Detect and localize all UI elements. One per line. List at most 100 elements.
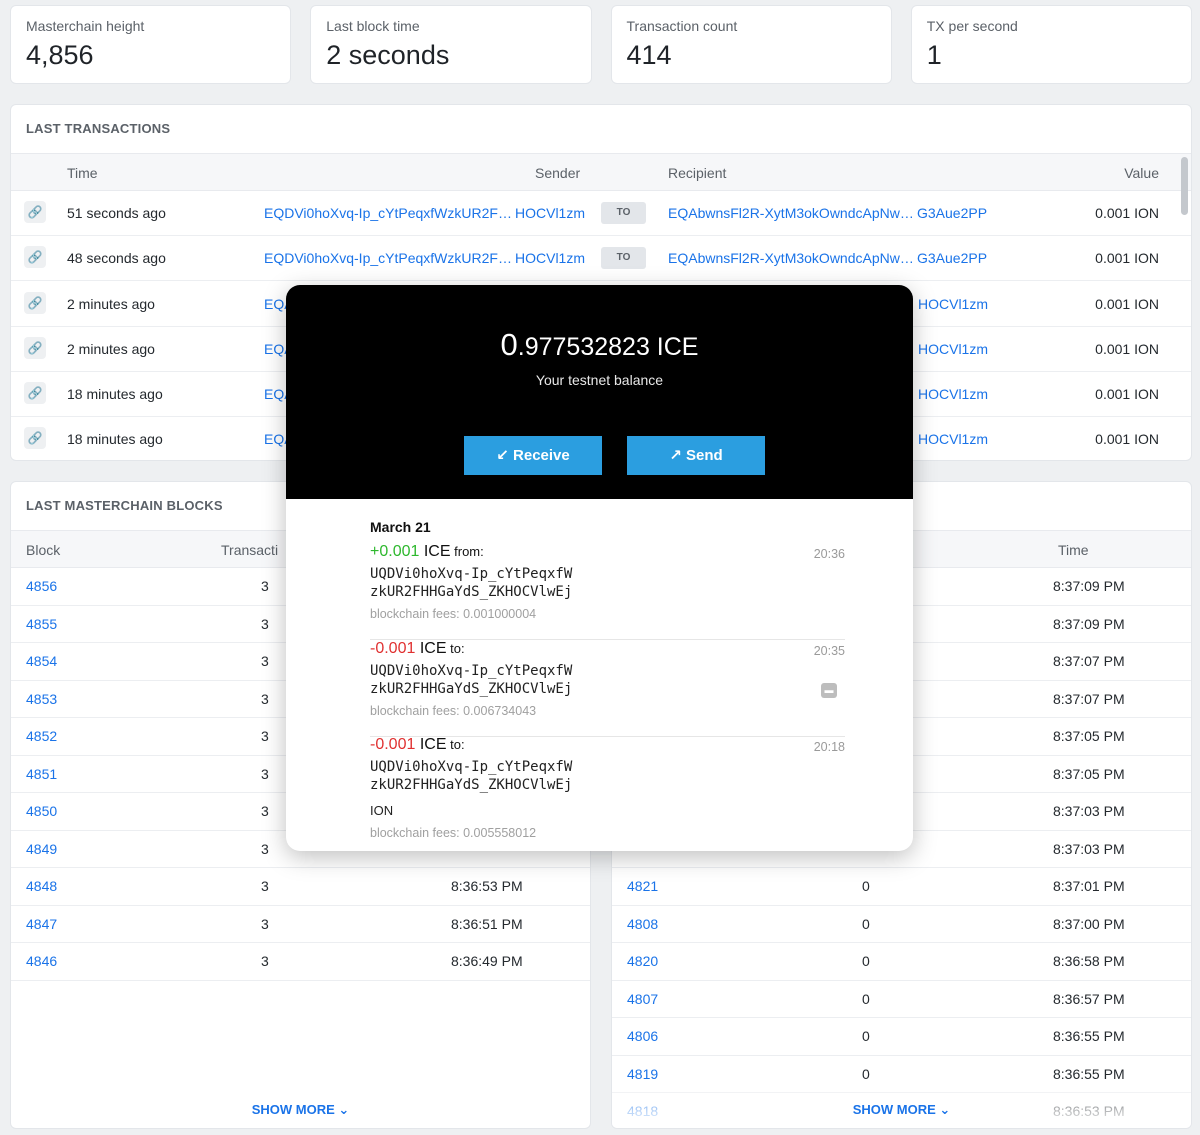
block-link[interactable]: 4851 (26, 766, 57, 782)
link-icon[interactable]: 🔗 (24, 292, 46, 314)
wallet-tx-item[interactable]: -0.001 ICE to: UQDVi0hoXvq-Ip_cYtPeqxfW z… (370, 736, 845, 851)
wallet-tx-item[interactable]: +0.001 ICE from: UQDVi0hoXvq-Ip_cYtPeqxf… (370, 543, 845, 640)
stat-label: Transaction count (626, 18, 738, 34)
link-icon[interactable]: 🔗 (24, 427, 46, 449)
tx-sender[interactable]: EQDVi0hoXvq-Ip_cYtPeqxfWzkUR2F… (264, 250, 512, 266)
show-more-label: SHOW MORE (251, 1102, 335, 1117)
block-link[interactable]: 4806 (627, 1028, 658, 1044)
tx-time: 2 minutes ago (67, 296, 155, 312)
tx-value: 0.001 ION (1095, 205, 1159, 221)
scrollbar[interactable] (1181, 157, 1188, 215)
table-row[interactable]: 🔗 48 seconds ago EQDVi0hoXvq-Ip_cYtPeqxf… (11, 236, 1191, 281)
balance-label: Your testnet balance (535, 372, 664, 388)
tx-address: UQDVi0hoXvq-Ip_cYtPeqxfW zkUR2FHHGaYdS_ZK… (370, 565, 572, 601)
col-time: Time (1058, 542, 1089, 558)
receive-button[interactable]: ↙ Receive (464, 436, 602, 475)
block-time: 8:37:03 PM (1053, 803, 1125, 819)
block-link[interactable]: 4852 (26, 728, 57, 744)
stats-bar: Masterchain height 4,856 Last block time… (10, 5, 1192, 84)
col-value: Value (1124, 165, 1159, 181)
block-tx-count: 0 (862, 1065, 870, 1082)
chevron-down-icon: ⌄ (338, 1102, 350, 1117)
chevron-down-icon: ⌄ (939, 1102, 951, 1117)
block-time: 8:37:07 PM (1053, 653, 1125, 669)
table-row[interactable]: 4807 0 8:36:57 PM (612, 981, 1191, 1018)
block-time: 8:37:00 PM (1053, 915, 1125, 932)
block-time: 8:36:49 PM (451, 953, 523, 969)
block-time: 8:36:51 PM (451, 915, 523, 932)
table-row[interactable]: 4819 0 8:36:55 PM (612, 1056, 1191, 1093)
stat-value: 4,856 (26, 40, 94, 70)
col-sender: Sender (535, 165, 581, 181)
tx-recipient-tail[interactable]: HOCVl1zm (918, 296, 988, 312)
block-link[interactable]: 4846 (26, 953, 57, 969)
to-badge: TO (601, 247, 646, 269)
wallet-balance: 0.977532823 ICE (286, 327, 913, 363)
to-badge: TO (601, 202, 646, 224)
stat-last-block-time: Last block time 2 seconds (310, 5, 592, 84)
show-more-button[interactable]: SHOW MORE ⌄ (612, 1102, 1191, 1118)
tx-time: 2 minutes ago (67, 341, 155, 357)
tx-recipient-tail[interactable]: HOCVl1zm (918, 386, 988, 402)
stat-masterchain-height: Masterchain height 4,856 (10, 5, 292, 84)
wallet-tx-item[interactable]: -0.001 ICE to: UQDVi0hoXvq-Ip_cYtPeqxfW z… (370, 640, 845, 737)
tx-comment: ION (370, 803, 394, 818)
col-time: Time (67, 165, 98, 181)
tx-sender-tail[interactable]: HOCVl1zm (515, 205, 585, 221)
block-link[interactable]: 4821 (627, 878, 658, 894)
tx-value: 0.001 ION (1095, 296, 1159, 312)
block-tx-count: 3 (261, 765, 269, 782)
tx-time: 20:36 (813, 547, 845, 561)
tx-value: 0.001 ION (1095, 431, 1159, 447)
block-tx-count: 3 (261, 915, 269, 932)
table-row[interactable]: 4848 3 8:36:53 PM (11, 868, 590, 906)
block-time: 8:37:03 PM (1053, 840, 1125, 857)
block-tx-count: 3 (261, 878, 269, 894)
send-button[interactable]: ↗ Send (627, 436, 765, 475)
tx-recipient-tail[interactable]: HOCVl1zm (918, 431, 988, 447)
block-link[interactable]: 4847 (26, 916, 57, 932)
block-link[interactable]: 4853 (26, 691, 57, 707)
link-icon[interactable]: 🔗 (24, 382, 46, 404)
tx-recipient-tail[interactable]: HOCVl1zm (918, 341, 988, 357)
link-icon[interactable]: 🔗 (24, 246, 46, 268)
table-row[interactable]: 🔗 51 seconds ago EQDVi0hoXvq-Ip_cYtPeqxf… (11, 191, 1191, 236)
block-time: 8:37:05 PM (1053, 765, 1125, 782)
table-row[interactable]: 4846 3 8:36:49 PM (11, 943, 590, 981)
block-tx-count: 3 (261, 653, 269, 669)
address-line: zkUR2FHHGaYdS_ZKHOCVlwEj (370, 584, 573, 600)
block-tx-count: 0 (862, 990, 870, 1007)
link-icon[interactable]: 🔗 (24, 337, 46, 359)
block-link[interactable]: 4819 (627, 1066, 658, 1082)
tx-sender[interactable]: EQDVi0hoXvq-Ip_cYtPeqxfWzkUR2F… (264, 205, 512, 221)
block-link[interactable]: 4856 (26, 578, 57, 594)
show-more-button[interactable]: SHOW MORE ⌄ (11, 1102, 590, 1118)
lock-message-icon: ▬ (821, 683, 837, 698)
block-link[interactable]: 4849 (26, 841, 57, 857)
tx-recipient[interactable]: EQAbwnsFl2R-XytM3okOwndcApNw… (668, 250, 914, 266)
link-icon[interactable]: 🔗 (24, 201, 46, 223)
tx-recipient-tail[interactable]: G3Aue2PP (917, 250, 987, 266)
tx-value: 0.001 ION (1095, 250, 1159, 266)
tx-sender-tail[interactable]: HOCVl1zm (515, 250, 585, 266)
tx-recipient-tail[interactable]: G3Aue2PP (917, 205, 987, 221)
block-link[interactable]: 4807 (627, 991, 658, 1007)
table-row[interactable]: 4806 0 8:36:55 PM (612, 1018, 1191, 1056)
table-row[interactable]: 4847 3 8:36:51 PM (11, 906, 590, 943)
block-link[interactable]: 4848 (26, 878, 57, 894)
col-recipient: Recipient (668, 165, 727, 181)
block-link[interactable]: 4820 (627, 953, 658, 969)
block-tx-count: 0 (862, 953, 870, 969)
table-row[interactable]: 4808 0 8:37:00 PM (612, 906, 1191, 943)
block-link[interactable]: 4855 (26, 616, 57, 632)
amount-direction: from: (450, 544, 484, 559)
tx-recipient[interactable]: EQAbwnsFl2R-XytM3okOwndcApNw… (668, 205, 914, 221)
block-link[interactable]: 4808 (627, 916, 658, 932)
block-tx-count: 3 (261, 803, 269, 819)
tx-amount: -0.001 ICE to: (370, 736, 465, 754)
block-link[interactable]: 4854 (26, 653, 57, 669)
table-row[interactable]: 4821 0 8:37:01 PM (612, 868, 1191, 906)
block-link[interactable]: 4850 (26, 803, 57, 819)
tx-amount: -0.001 ICE to: (370, 640, 465, 658)
table-row[interactable]: 4820 0 8:36:58 PM (612, 943, 1191, 981)
